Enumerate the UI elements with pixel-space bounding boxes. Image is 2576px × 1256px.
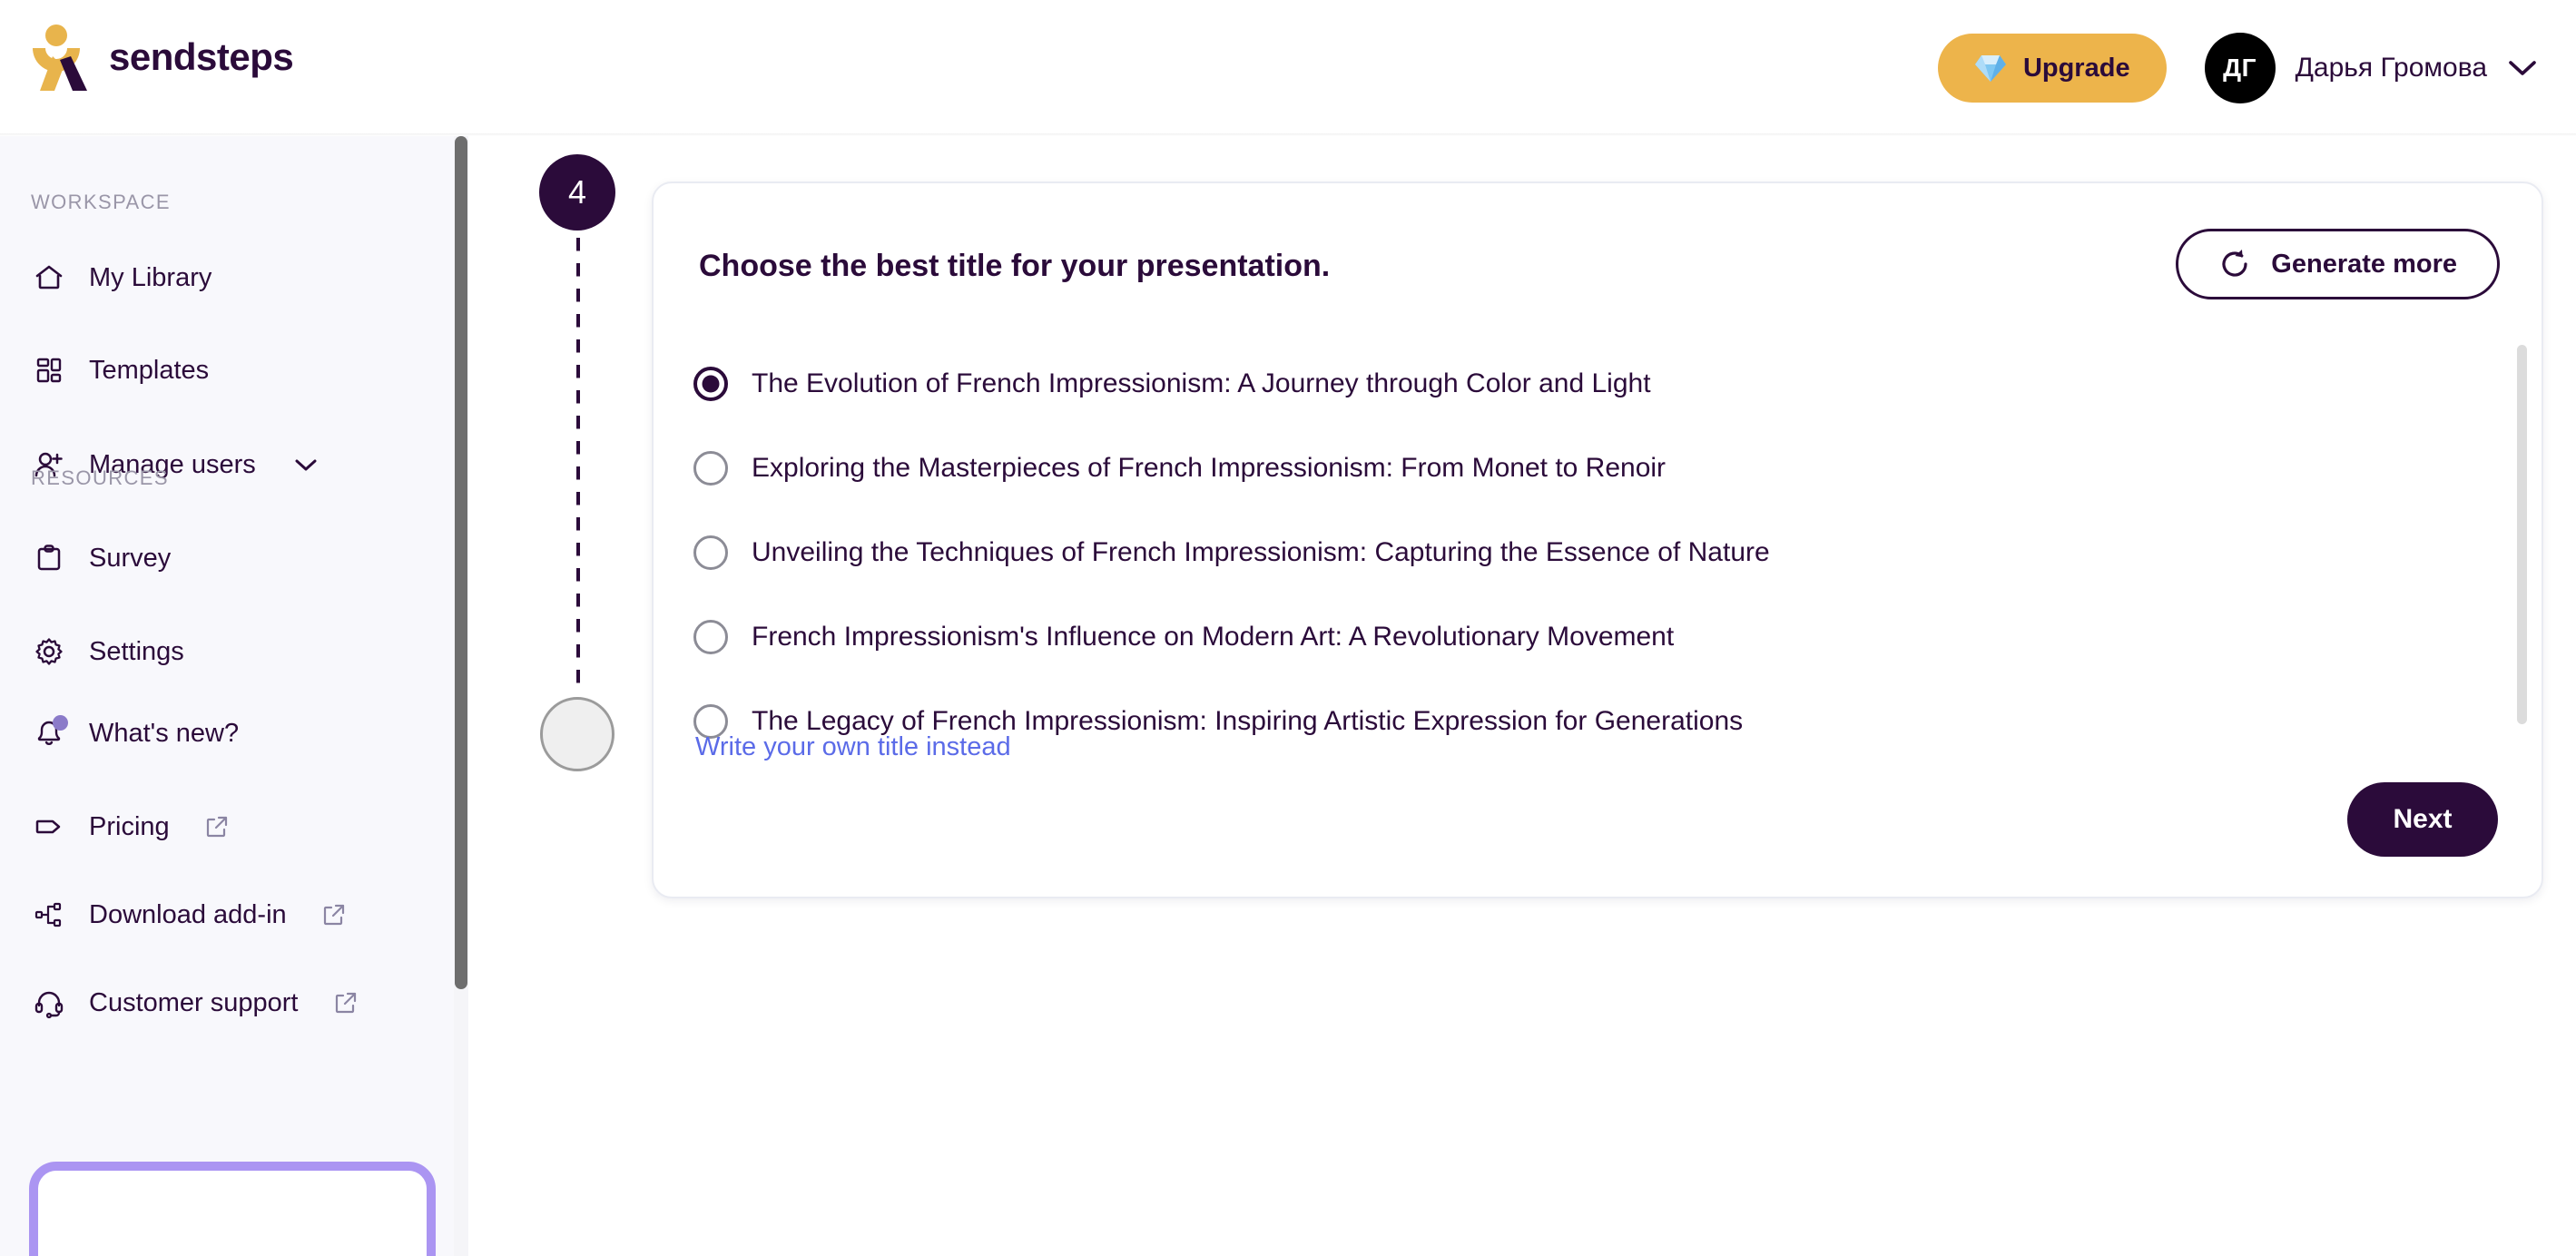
sendsteps-mark-icon [33, 25, 87, 91]
promo-card-inner [38, 1171, 427, 1256]
title-option-label: French Impressionism's Influence on Mode… [752, 622, 1675, 652]
home-icon [31, 260, 67, 296]
chevron-down-icon[interactable] [2507, 58, 2538, 78]
radio-button[interactable] [693, 535, 728, 570]
user-name: Дарья Громова [2295, 53, 2487, 83]
sidebar-item-whats-new[interactable]: What's new? [31, 708, 430, 759]
title-option-row[interactable]: Exploring the Masterpieces of French Imp… [693, 447, 2473, 489]
upgrade-label: Upgrade [2022, 53, 2130, 83]
sidebar-section-resources-label: RESOURCES [31, 466, 169, 489]
sidebar-item-label: Survey [89, 543, 172, 573]
clipboard-icon [31, 540, 67, 576]
sidebar-item-label: Settings [89, 636, 184, 666]
network-icon [31, 897, 67, 933]
step-progress-rail: 4 [539, 154, 615, 1225]
title-option-label: Unveiling the Techniques of French Impre… [752, 537, 1770, 567]
sidebar-item-customer-support[interactable]: Customer support [31, 977, 430, 1028]
title-option-row[interactable]: Unveiling the Techniques of French Impre… [693, 532, 2473, 574]
sidebar-item-pricing[interactable]: Pricing [31, 801, 430, 852]
sidebar-item-templates[interactable]: Templates [31, 345, 430, 396]
top-navigation-bar: sendsteps Upgrade ДГ Дарья Громова [0, 0, 2576, 136]
avatar: ДГ [2204, 33, 2276, 103]
step-badge-current[interactable]: 4 [539, 154, 615, 231]
card-scrollbar-thumb[interactable] [2517, 345, 2527, 724]
tag-icon [31, 809, 67, 845]
sidebar-item-my-library[interactable]: My Library [31, 252, 430, 303]
sidebar-item-label: What's new? [89, 718, 240, 748]
sidebar-item-label: Pricing [89, 811, 170, 841]
title-option-label: The Evolution of French Impressionism: A… [752, 368, 1651, 398]
radio-button[interactable] [693, 620, 728, 654]
step-badge-next[interactable] [540, 697, 615, 771]
sidebar-section-workspace-label: WORKSPACE [31, 191, 171, 213]
sidebar-scrollbar-thumb[interactable] [455, 136, 467, 989]
generate-more-button[interactable]: Generate more [2176, 229, 2500, 299]
gear-icon [31, 633, 67, 670]
title-options-list: The Evolution of French Impressionism: A… [693, 363, 2473, 785]
sidebar-item-label: Customer support [89, 987, 299, 1017]
write-own-title-link[interactable]: Write your own title instead [695, 732, 1011, 762]
sidebar-scrollbar-track[interactable] [454, 136, 468, 1256]
title-option-label: Exploring the Masterpieces of French Imp… [752, 453, 1667, 483]
main-content: 4 Choose the best title for your present… [468, 136, 2576, 1256]
chevron-down-icon[interactable] [294, 457, 318, 473]
notification-badge-dot [53, 715, 68, 731]
title-option-row[interactable]: French Impressionism's Influence on Mode… [693, 616, 2473, 658]
page-title: Choose the best title for your presentat… [699, 249, 1331, 283]
sidebar-item-label: My Library [89, 262, 212, 292]
sidebar-item-download-add-in[interactable]: Download add-in [31, 889, 430, 940]
title-selection-card: Choose the best title for your presentat… [652, 182, 2543, 898]
user-menu[interactable]: ДГ Дарья Громова [2204, 33, 2538, 103]
headset-icon [31, 985, 67, 1021]
svg-text:sendsteps: sendsteps [109, 37, 293, 78]
grid-icon [31, 352, 67, 388]
sidebar-item-settings[interactable]: Settings [31, 626, 430, 677]
upgrade-button[interactable]: Upgrade [1937, 34, 2167, 103]
sidebar-item-survey[interactable]: Survey [31, 533, 430, 584]
step-connector-line [576, 238, 580, 692]
title-option-row[interactable]: The Evolution of French Impressionism: A… [693, 363, 2473, 405]
bell-icon [31, 715, 68, 751]
sidebar-item-label: Templates [89, 355, 210, 385]
generate-more-label: Generate more [2271, 249, 2457, 279]
promo-card[interactable] [29, 1162, 436, 1256]
refresh-icon [2222, 250, 2247, 277]
external-link-icon [206, 816, 227, 838]
sidebar: WORKSPACE My Library Templates Manage us… [0, 136, 468, 1256]
sidebar-item-label: Download add-in [89, 899, 287, 929]
top-nav-right-group: Upgrade ДГ Дарья Громова [1937, 0, 2538, 136]
external-link-icon [323, 904, 344, 926]
gem-icon [1974, 55, 2006, 82]
next-button[interactable]: Next [2347, 782, 2498, 857]
sendsteps-logo[interactable]: sendsteps [31, 24, 363, 93]
app-root: sendsteps Upgrade ДГ Дарья Громова WORKS… [0, 0, 2576, 1256]
sendsteps-wordmark-icon: sendsteps [109, 37, 294, 78]
radio-button[interactable] [693, 367, 728, 401]
external-link-icon [335, 992, 356, 1014]
radio-button[interactable] [693, 451, 728, 486]
